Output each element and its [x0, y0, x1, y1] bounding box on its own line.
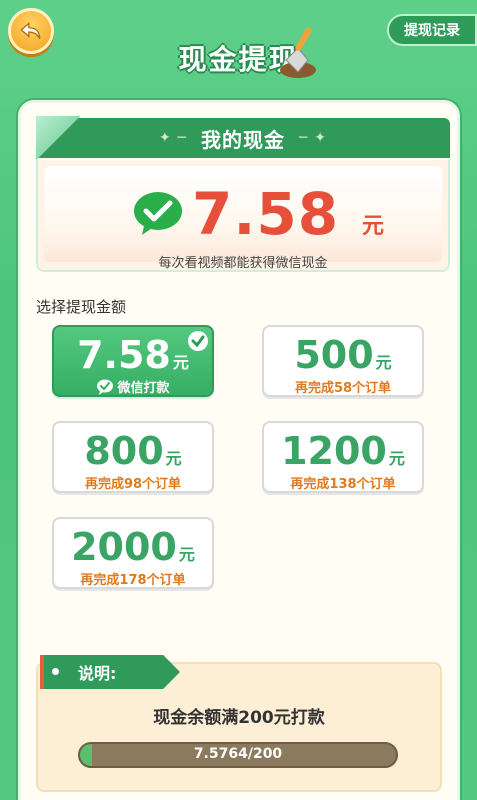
cash-amount: 7.58 [192, 180, 340, 248]
option-sub: 再完成98个订单 [84, 477, 182, 492]
progress-text: 7.5764/200 [193, 746, 283, 762]
amount-option-2000[interactable]: 2000 元 再完成178个订单 [52, 517, 214, 589]
option-unit: 元 [375, 353, 392, 372]
sparkle-icon: ✦ ─ [158, 130, 187, 146]
balance-progress-bar: 7.5764/200 [78, 742, 398, 768]
option-sub: 再完成138个订单 [290, 477, 396, 492]
amount-option-500[interactable]: 500 元 再完成58个订单 [262, 325, 424, 397]
check-icon [188, 331, 208, 351]
amount-option-7-58[interactable]: 7.58 元 微信打款 [52, 325, 214, 397]
explanation-text: 现金余额满200元打款 [153, 708, 325, 728]
option-amount: 800 [84, 429, 164, 473]
tag-dot-decoration [52, 668, 59, 675]
option-amount: 1200 [281, 429, 387, 473]
option-unit: 元 [165, 449, 182, 468]
cash-tip: 每次看视频都能获得微信现金 [158, 256, 328, 271]
cash-box: 7.58 元 每次看视频都能获得微信现金 [36, 160, 450, 272]
withdraw-record-button[interactable]: 提现记录 [387, 14, 477, 46]
cash-banner: ✦ ─ 我的现金 ─ ✦ [36, 118, 450, 158]
cash-banner-title: 我的现金 [201, 127, 285, 152]
option-unit: 元 [388, 449, 405, 468]
option-unit: 元 [178, 545, 195, 564]
shovel-icon [280, 27, 316, 78]
select-amount-title: 选择提现金额 [36, 298, 127, 316]
option-unit: 元 [172, 353, 189, 372]
option-amount: 2000 [71, 525, 177, 569]
sparkle-icon: ─ ✦ [299, 130, 328, 146]
amount-option-1200[interactable]: 1200 元 再完成138个订单 [262, 421, 424, 493]
banner-fold-decoration [36, 116, 80, 160]
wechat-icon [97, 379, 114, 395]
option-amount: 7.58 [77, 333, 171, 377]
option-sub: 再完成58个订单 [294, 381, 392, 396]
wechat-icon [134, 192, 182, 235]
amount-option-800[interactable]: 800 元 再完成98个订单 [52, 421, 214, 493]
option-sub: 微信打款 [117, 381, 170, 396]
option-amount: 500 [294, 333, 374, 377]
option-sub: 再完成178个订单 [80, 573, 186, 588]
explanation-tag: 说明: [40, 655, 180, 689]
cash-unit: 元 [362, 214, 385, 239]
